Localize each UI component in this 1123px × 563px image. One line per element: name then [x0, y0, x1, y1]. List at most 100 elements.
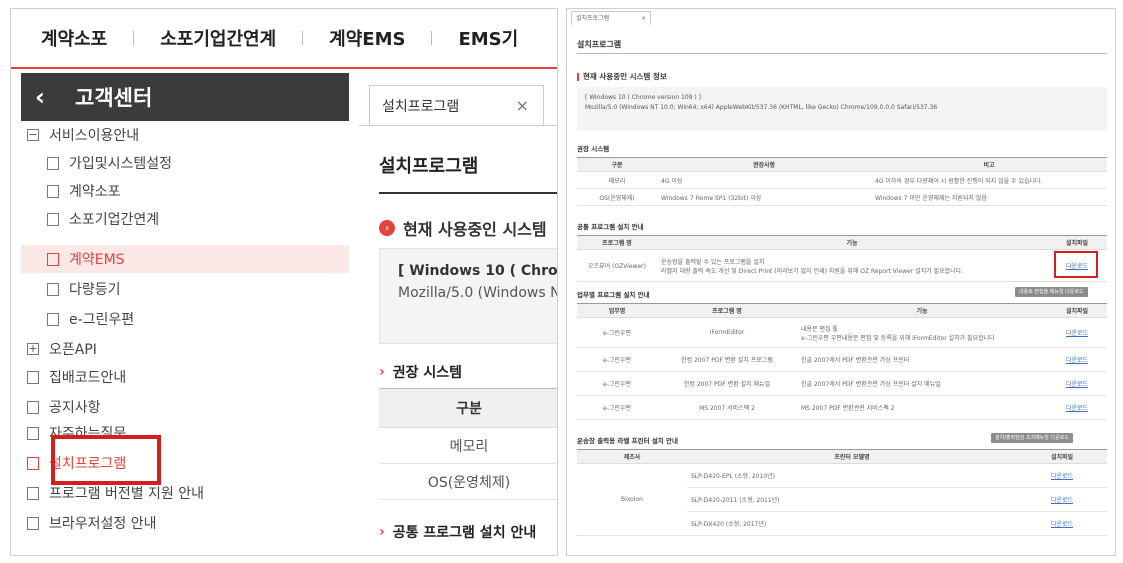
- left-screenshot-panel: 계약소포 소포기업간연계 계약EMS EMS기 ‹ 고객센터 − 서비스이용안내…: [10, 8, 558, 556]
- table-cell: 4G 이상: [657, 171, 871, 189]
- section-recommended: › 권장 시스템: [379, 362, 462, 382]
- table-header: 구분: [379, 388, 557, 428]
- section-label: 업무별 프로그램 설치 안내: [577, 291, 650, 299]
- column-header: 비고: [871, 157, 1107, 172]
- document-icon: [27, 370, 39, 384]
- document-icon: [27, 456, 39, 470]
- table-cell: e-그린우편: [577, 371, 657, 396]
- tab-install-programs[interactable]: 설치프로그램 ×: [369, 85, 544, 125]
- download-link[interactable]: 다운로드: [1066, 330, 1088, 337]
- column-header: 프로그램 명: [577, 235, 657, 250]
- column-header: 구분: [577, 157, 657, 172]
- sidebar-item-notices[interactable]: 공지사항: [21, 393, 349, 421]
- nav-separator: [431, 31, 433, 45]
- recommended-table: 구분 권장사항 비고 메모리 4G 이상 4G 이하의 경우 다량제어 시 원활…: [577, 157, 1107, 206]
- main-content-preview: 설치프로그램 › 현재 사용중인 시스템 [ Windows 10 ( Chro…: [359, 125, 557, 555]
- document-icon: [27, 426, 39, 440]
- download-link[interactable]: 다운로드: [1066, 405, 1088, 412]
- section-label: 운송장 출력용 라벨 프린터 설치 안내: [577, 437, 679, 445]
- table-cell: 다운로드: [1047, 347, 1107, 372]
- sidebar-item-label: 프로그램 버전별 지원 안내: [49, 486, 205, 502]
- tab-label: 설치프로그램: [382, 98, 460, 115]
- document-icon: [27, 516, 39, 530]
- table-cell: Bixolon: [577, 463, 687, 536]
- table-cell: 내용문 편집 툴 e-그린우편 우편내용문 편집 및 등록을 위해 iFormE…: [797, 317, 1047, 348]
- section-task-programs: 업무별 프로그램 설치 안내: [577, 289, 650, 299]
- nav-item-ems[interactable]: EMS기: [458, 25, 518, 51]
- table-cell: SLP-D420-2011 (소형, 2011년): [687, 487, 1017, 512]
- sidebar-item-contract-parcel[interactable]: 계약소포: [21, 177, 349, 205]
- document-icon: [47, 212, 59, 226]
- sidebar-item-label: 소포기업간연계: [69, 212, 160, 228]
- table-cell: MS 2007 PDF 변환관련 서비스팩 2: [797, 395, 1047, 420]
- system-info-box: [ Windows 10 ( Chrome version 109 ) ] Mo…: [577, 87, 1107, 131]
- table-row: e-그린우편 MS 2007 서비스팩 2 MS 2007 PDF 변환관련 서…: [577, 395, 1107, 420]
- table-cell: 한글 2007에서 PDF 변환관련 가상 프린터: [797, 347, 1047, 372]
- table-row: 오즈뷰어 (OZViewer) 운송장을 출력할 수 있는 프로그램을 설치 라…: [577, 249, 1107, 282]
- sidebar-item-label: e-그린우편: [69, 312, 135, 328]
- close-icon[interactable]: ×: [641, 12, 646, 25]
- sidebar-item-open-api[interactable]: + 오픈API: [21, 335, 349, 363]
- column-header: 권장사항: [657, 157, 871, 172]
- sidebar-item-delivery-code[interactable]: 집배코드안내: [21, 363, 349, 391]
- title-divider: [577, 53, 1107, 54]
- section-recommended: 권장 시스템: [577, 143, 609, 153]
- column-header: 기능: [797, 303, 1047, 318]
- sidebar-menu: − 서비스이용안내 가입및시스템설정 계약소포 소포기업간연계 계약EMS 다량…: [21, 121, 349, 551]
- download-link[interactable]: 다운로드: [1066, 381, 1088, 388]
- sidebar-item-browser-settings[interactable]: 브라우저설정 안내: [21, 509, 349, 537]
- table-row: e-그린우편 한컴 2007 PDF 변환 설치 매뉴얼 한글 2007에서 P…: [577, 371, 1107, 396]
- table-cell: 다운로드: [1017, 511, 1107, 536]
- plus-box-icon: +: [27, 342, 39, 355]
- table-cell: Windows 7 미만 운영체제는 지원되지 않음: [871, 188, 1107, 206]
- table-cell: 한컴 2007 PDF 변환 설치 매뉴얼: [657, 371, 797, 396]
- table-cell: 다운로드: [1017, 487, 1107, 512]
- download-link[interactable]: 다운로드: [1051, 473, 1073, 480]
- table-cell: 4G 이하의 경우 다량제어 시 원활한 진행이 되지 않을 수 있습니다.: [871, 171, 1107, 189]
- section-current-system: 현재 사용중인 시스템 정보: [577, 71, 667, 82]
- download-link[interactable]: 다운로드: [1066, 357, 1088, 364]
- download-link[interactable]: 다운로드: [1051, 497, 1073, 504]
- chevron-right-icon: ›: [379, 524, 385, 540]
- sidebar-item-service-guide[interactable]: − 서비스이용안내: [21, 121, 349, 149]
- sidebar-item-label: 공지사항: [49, 400, 101, 416]
- section-label: 현재 사용중인 시스템: [403, 220, 547, 239]
- table-row: 메모리 4G 이상 4G 이하의 경우 다량제어 시 원활한 진행이 되지 않을…: [577, 171, 1107, 189]
- column-header: 프로그램 명: [657, 303, 797, 318]
- sidebar-item-label: 계약EMS: [69, 252, 125, 268]
- document-icon: [27, 486, 39, 500]
- sidebar-item-contract-ems[interactable]: 계약EMS: [21, 245, 349, 273]
- printer-manual-download-button[interactable]: 설치/출력점검 조치매뉴얼 다운로드: [991, 433, 1073, 443]
- sidebar-item-label: 집배코드안내: [49, 370, 127, 386]
- column-header: 프린터 모델명: [687, 449, 1017, 464]
- sidebar-item-label: 다량등기: [69, 282, 121, 298]
- nav-item-parcel-b2b[interactable]: 소포기업간연계: [160, 25, 276, 51]
- table-cell: e-그린우편: [577, 395, 657, 420]
- sidebar-item-bulk-registered[interactable]: 다량등기: [21, 275, 349, 303]
- tab-install-programs[interactable]: 설치프로그램 ×: [571, 11, 651, 25]
- section-label: 공통 프로그램 설치 안내: [392, 525, 537, 541]
- section-marker: [577, 72, 579, 81]
- table-row: OS(운영체제): [379, 464, 557, 500]
- minus-box-icon: −: [27, 128, 39, 141]
- sidebar-item-e-green-mail[interactable]: e-그린우편: [21, 305, 349, 333]
- sidebar-item-parcel-b2b[interactable]: 소포기업간연계: [21, 205, 349, 233]
- back-button[interactable]: ‹: [21, 73, 59, 121]
- table-cell: e-그린우편: [577, 317, 657, 348]
- nav-item-contract-ems[interactable]: 계약EMS: [329, 25, 405, 51]
- table-cell: SLP-D420-EPL (소형, 2010년): [687, 463, 1017, 488]
- download-link[interactable]: 다운로드: [1051, 521, 1073, 528]
- table-cell: Windows 7 Home SP1 (32bit) 이상: [657, 188, 871, 206]
- sidebar-item-signup-settings[interactable]: 가입및시스템설정: [21, 149, 349, 177]
- sidebar-item-label: 가입및시스템설정: [69, 156, 173, 172]
- nav-item-contract-parcel[interactable]: 계약소포: [41, 25, 107, 51]
- close-icon[interactable]: ×: [516, 96, 529, 115]
- top-navigation: 계약소포 소포기업간연계 계약EMS EMS기: [11, 9, 557, 69]
- manual-download-button[interactable]: 내용로 편집을 매뉴얼 다운로드: [1015, 287, 1088, 297]
- section-common-programs: 공통 프로그램 설치 안내: [577, 221, 644, 231]
- common-programs-table: 프로그램 명 기능 설치파일 오즈뷰어 (OZViewer) 운송장을 출력할 …: [577, 235, 1107, 282]
- column-header: 설치파일: [1017, 449, 1107, 464]
- document-icon: [47, 282, 59, 296]
- section-current-system: › 현재 사용중인 시스템: [379, 216, 547, 240]
- table-row: Bixolon SLP-D420-EPL (소형, 2010년) 다운로드: [577, 463, 1107, 536]
